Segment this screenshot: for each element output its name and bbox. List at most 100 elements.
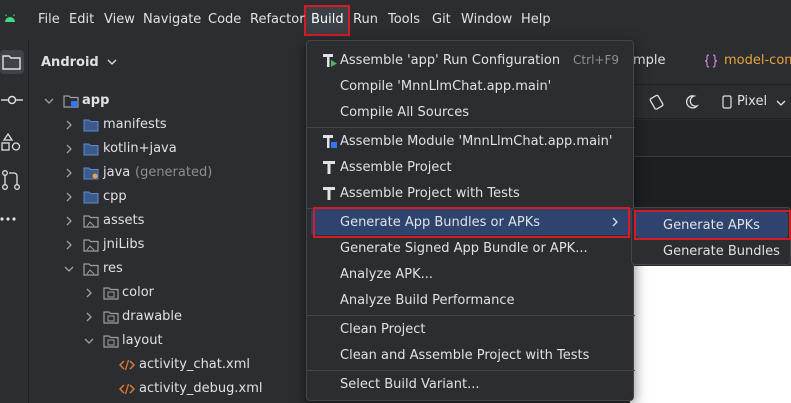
folder-icon [83,143,99,156]
menu-code[interactable]: Code [208,0,241,40]
menu-item-analyze-apk[interactable]: Analyze APK... [311,261,631,287]
chevron-right-icon [66,120,72,130]
menu-item-label: Assemble 'app' Run Configuration [340,53,561,68]
orientation-icon[interactable] [648,93,666,111]
device-label: Pixel [737,94,768,109]
chevron-right-icon [66,144,72,154]
tree-item-label: jniLibs [103,237,145,252]
menu-bar: File Edit View Navigate Code Refactor Bu… [0,0,791,40]
menu-help[interactable]: Help [521,0,551,40]
tree-item-layout[interactable]: layout [83,329,303,353]
menu-item-label: Select Build Variant... [340,377,480,392]
menu-help-label: Help [521,12,551,27]
menu-window[interactable]: Window [461,0,512,40]
more-tools-button[interactable] [0,207,24,231]
build-menu-dropdown: Assemble 'app' Run Configuration Ctrl+F9… [306,40,635,401]
menu-edit-label: Edit [69,12,95,27]
folder-icon [83,191,99,204]
chevron-right-icon [86,312,92,322]
menu-item-assemble-module[interactable]: Assemble Module 'MnnLlmChat.app.main' [311,128,631,154]
menu-code-label: Code [208,12,242,27]
editor-tab-bar: mple model-conf [630,40,791,85]
android-logo-icon [5,14,15,22]
resource-folder-icon [83,263,99,276]
tree-item-activity-chat-xml[interactable]: activity_chat.xml [119,353,303,377]
tree-item-activity-debug-xml[interactable]: activity_debug.xml [119,377,303,401]
hammer-icon [323,161,335,174]
menu-refactor-label: Refactor [250,12,305,27]
tree-item-assets[interactable]: assets [63,209,303,233]
chevron-right-icon [612,217,618,227]
menu-git[interactable]: Git [432,0,451,40]
menu-item-label: Compile 'MnnLlmChat.app.main' [340,79,552,94]
menu-item-assemble-project-tests[interactable]: Assemble Project with Tests [311,180,631,206]
tree-item-cpp[interactable]: cpp [63,185,303,209]
commit-icon [1,95,23,105]
tree-item-label: assets [103,213,145,228]
tree-item-suffix: (generated) [135,165,213,180]
tree-item-drawable[interactable]: drawable [83,305,303,329]
menu-item-analyze-build-performance[interactable]: Analyze Build Performance [311,287,631,313]
commit-tool-button[interactable] [0,88,24,112]
project-tool-button[interactable] [0,50,24,74]
menu-item-label: Clean and Assemble Project with Tests [340,348,590,363]
menu-file[interactable]: File [38,0,60,40]
menu-item-compile-all[interactable]: Compile All Sources [311,99,631,125]
menu-refactor[interactable]: Refactor [250,0,305,40]
tree-item-label: activity_chat.xml [139,357,250,372]
resource-folder-icon [83,215,99,228]
menu-item-assemble-project[interactable]: Assemble Project [311,154,631,180]
submenu-item-generate-bundles[interactable]: Generate Bundles [636,238,788,264]
tool-window-strip [0,40,28,403]
night-mode-icon[interactable] [682,93,700,111]
generate-submenu: Generate APKs Generate Bundles [631,207,791,265]
project-view-selector[interactable]: Android [41,55,117,70]
menu-item-label: Assemble Project with Tests [340,186,520,201]
menu-build-label: Build [311,12,344,27]
submenu-item-label: Generate APKs [663,218,760,233]
menu-item-generate-bundles-apks[interactable]: Generate App Bundles or APKs [311,209,631,235]
design-preview [630,266,791,403]
tree-item-res[interactable]: res [63,257,303,281]
menu-build[interactable]: Build [311,0,344,40]
menu-item-clean-project[interactable]: Clean Project [311,316,631,342]
menu-item-clean-assemble-tests[interactable]: Clean and Assemble Project with Tests [311,342,631,368]
menu-view[interactable]: View [104,0,135,40]
menu-navigate[interactable]: Navigate [143,0,201,40]
tree-item-app[interactable]: app [43,89,303,113]
menu-item-compile-main[interactable]: Compile 'MnnLlmChat.app.main' [311,73,631,99]
pull-requests-button[interactable] [0,168,24,192]
menu-item-assemble-app-run[interactable]: Assemble 'app' Run Configuration Ctrl+F9 [311,47,631,73]
tree-item-kotlin-java[interactable]: kotlin+java [63,137,303,161]
chevron-right-icon [66,216,72,226]
resource-folder-icon [103,311,119,324]
menu-item-label: Compile All Sources [340,105,469,120]
xml-file-icon [119,383,135,395]
tab-sample[interactable]: mple [633,53,666,68]
hammer-icon [323,187,335,200]
tree-item-jnilibs[interactable]: jniLibs [63,233,303,257]
editor-canvas [630,156,791,210]
tree-item-manifests[interactable]: manifests [63,113,303,137]
folder-icon [2,55,21,70]
tab-model-config[interactable]: model-conf [724,53,791,68]
menu-view-label: View [104,12,135,27]
resource-manager-button[interactable] [0,130,24,154]
menu-item-select-build-variant[interactable]: Select Build Variant... [311,371,631,397]
tree-item-label: drawable [122,309,183,324]
menu-item-label: Assemble Module 'MnnLlmChat.app.main' [340,134,613,149]
tree-item-label: cpp [103,189,127,204]
tree-item-label: res [103,261,123,276]
submenu-item-generate-apks[interactable]: Generate APKs [636,212,788,238]
menu-item-label: Analyze APK... [340,267,434,282]
tree-item-color[interactable]: color [83,281,303,305]
project-panel: Android app manifests kotlin+java java (… [28,40,308,403]
menu-edit[interactable]: Edit [69,0,94,40]
tree-item-java-generated[interactable]: java (generated) [63,161,303,185]
pull-request-icon [2,170,20,190]
menu-item-generate-signed[interactable]: Generate Signed App Bundle or APK... [311,235,631,261]
phone-icon [722,95,732,109]
menu-tools[interactable]: Tools [388,0,420,40]
menu-run[interactable]: Run [353,0,378,40]
chevron-down-icon [64,266,74,272]
